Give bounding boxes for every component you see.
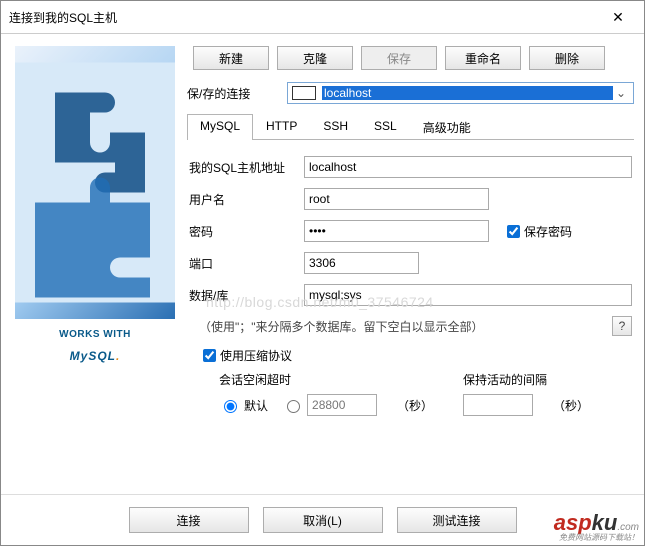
host-label: 我的SQL主机地址 <box>189 159 304 176</box>
works-with-label: WORKS WITH <box>21 329 169 340</box>
tab-ssl[interactable]: SSL <box>361 114 410 140</box>
keepalive-seconds-unit: （秒） <box>553 397 589 414</box>
rename-button[interactable]: 重命名 <box>445 46 521 70</box>
keepalive-label: 保持活动的间隔 <box>463 371 589 388</box>
idle-default-radio[interactable] <box>224 400 237 413</box>
save-password-label: 保存密码 <box>524 223 572 240</box>
port-input[interactable] <box>304 252 419 274</box>
new-button[interactable]: 新建 <box>193 46 269 70</box>
tab-mysql[interactable]: MySQL <box>187 114 253 140</box>
idle-timeout-label: 会话空闲超时 <box>219 371 433 388</box>
database-hint: （使用"；"来分隔多个数据库。留下空白以显示全部） <box>199 318 484 335</box>
saved-connection-label: 保/存的连接 <box>187 85 287 102</box>
watermark: aspku.com 免费网站源码下载站！ <box>554 510 639 543</box>
color-swatch <box>292 86 316 100</box>
saved-connection-select[interactable]: localhost ⌄ <box>287 82 634 104</box>
tab-http[interactable]: HTTP <box>253 114 310 140</box>
idle-default-label: 默认 <box>244 397 268 414</box>
delete-button[interactable]: 删除 <box>529 46 605 70</box>
idle-seconds-input[interactable] <box>307 394 377 416</box>
tab-ssh[interactable]: SSH <box>310 114 361 140</box>
mysql-logo-text: MySQL <box>70 349 116 363</box>
cancel-button[interactable]: 取消(L) <box>263 507 383 533</box>
compress-checkbox[interactable] <box>203 349 216 362</box>
chevron-down-icon: ⌄ <box>613 86 629 100</box>
window-title: 连接到我的SQL主机 <box>9 9 600 26</box>
database-input[interactable] <box>304 284 632 306</box>
password-input[interactable] <box>304 220 489 242</box>
test-connection-button[interactable]: 测试连接 <box>397 507 517 533</box>
password-label: 密码 <box>189 223 304 240</box>
user-label: 用户名 <box>189 191 304 208</box>
compress-label: 使用压缩协议 <box>220 347 292 364</box>
port-label: 端口 <box>189 255 304 272</box>
save-password-checkbox[interactable] <box>507 225 520 238</box>
connect-button[interactable]: 连接 <box>129 507 249 533</box>
saved-connection-value: localhost <box>322 86 613 100</box>
close-icon[interactable]: ✕ <box>600 5 636 29</box>
help-button[interactable]: ? <box>612 316 632 336</box>
database-label: 数据/库 <box>189 287 304 304</box>
save-button: 保存 <box>361 46 437 70</box>
host-input[interactable] <box>304 156 632 178</box>
user-input[interactable] <box>304 188 489 210</box>
sidebar-image: WORKS WITH MySQL. <box>15 46 175 376</box>
clone-button[interactable]: 克隆 <box>277 46 353 70</box>
idle-custom-radio[interactable] <box>287 400 300 413</box>
idle-seconds-unit: （秒） <box>397 397 433 414</box>
tab-advanced[interactable]: 高级功能 <box>410 114 484 140</box>
keepalive-input[interactable] <box>463 394 533 416</box>
